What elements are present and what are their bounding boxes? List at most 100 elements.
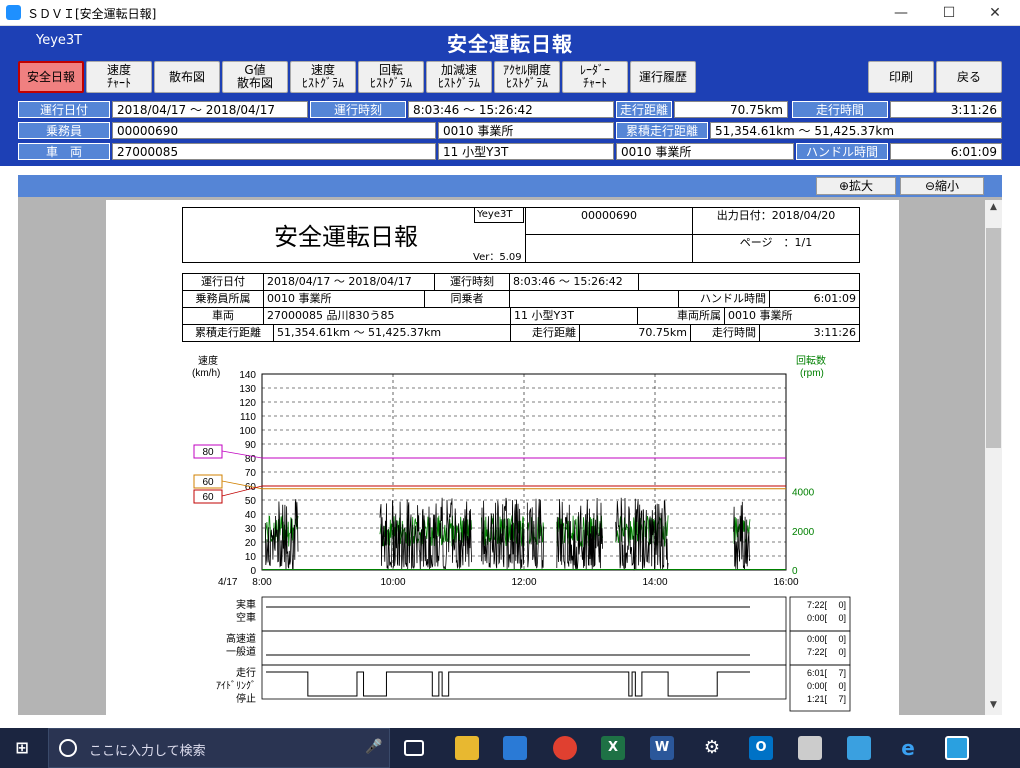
status-label: 停止 (236, 692, 256, 705)
zoom-in-button[interactable]: ⊕拡大 (816, 177, 896, 195)
info-panel: 運行日付 2018/04/17 ～ 2018/04/17 運行時刻 8:03:4… (0, 96, 1020, 166)
window-title: ＳＤＶＩ[安全運転日報] (27, 7, 157, 21)
distance-label: 走行距離 (616, 101, 672, 118)
internet-explorer-icon[interactable]: e (896, 736, 920, 760)
y-tick-label: 140 (239, 370, 256, 381)
word-icon[interactable]: W (650, 736, 674, 760)
status-value: 0:00[ 0] (807, 634, 846, 644)
status-value: 1:21[ 7] (807, 694, 846, 704)
scroll-down-icon[interactable]: ▼ (985, 700, 1002, 710)
toolbar-button-5[interactable]: 速度 ﾋｽﾄｸﾞﾗﾑ (290, 61, 356, 93)
limit-connector (221, 450, 263, 459)
maximize-button[interactable]: ☐ (926, 0, 972, 26)
scroll-up-icon[interactable]: ▲ (985, 202, 1002, 212)
document-app-icon[interactable] (798, 736, 822, 760)
toolbar-button-2[interactable]: 速度 ﾁｬｰﾄ (86, 61, 152, 93)
crew-value: 00000690 (112, 122, 436, 139)
y-tick-label: 10 (245, 552, 257, 563)
status-frame (261, 630, 787, 666)
y-tick-label: 20 (245, 538, 257, 549)
limit-marker-label: 60 (202, 492, 214, 503)
toolbar-button-4[interactable]: G値 散布図 (222, 61, 288, 93)
y2-tick-label: 2000 (792, 527, 815, 538)
handle-time-value: 6:01:09 (890, 143, 1002, 160)
microphone-icon[interactable]: 🎤 (365, 739, 382, 755)
toolbar-button-9[interactable]: ﾚｰﾀﾞｰ ﾁｬｰﾄ (562, 61, 628, 93)
vehicle-office: 0010 事業所 (616, 143, 794, 160)
toolbar-button-3[interactable]: 散布図 (154, 61, 220, 93)
excel-icon[interactable]: X (601, 736, 625, 760)
y-tick-label: 130 (239, 384, 256, 395)
toolbar-button-label: 安全日報 (26, 69, 75, 84)
speed-rpm-chart: 0 10 20 30 40 50 60 70 80 90 100 110 120 130 140 8:00 10… (192, 354, 851, 712)
y2-axis-title: 回転数 (796, 354, 826, 367)
y2-tick-label: 4000 (792, 488, 815, 499)
status-value: 0:00[ 0] (807, 613, 846, 623)
y-tick-label: 100 (239, 426, 256, 437)
y-tick-label: 50 (245, 496, 257, 507)
distance-value: 70.75km (674, 101, 788, 118)
zoom-in-label: 拡大 (849, 179, 874, 193)
scrollbar-thumb[interactable] (986, 228, 1001, 448)
toolbar-button-1[interactable]: 安全日報 (18, 61, 84, 93)
minimize-button[interactable]: — (878, 0, 924, 26)
status-label: 空車 (236, 611, 256, 624)
print-button[interactable]: 印刷 (868, 61, 934, 93)
toolbar-button-10[interactable]: 運行履歴 (630, 61, 696, 93)
y-axis-unit: (km/h) (192, 368, 220, 379)
x-tick-label: 14:00 (642, 577, 667, 588)
task-view-icon[interactable] (404, 740, 424, 756)
search-placeholder: ここに入力して検索 (89, 744, 206, 759)
x-tick-label: 8:00 (252, 577, 272, 588)
y-axis-title: 速度 (198, 354, 218, 367)
y-tick-label: 90 (245, 440, 257, 451)
x-tick-label: 10:00 (380, 577, 405, 588)
y-tick-label: 0 (250, 566, 256, 577)
toolbar-button-6[interactable]: 回転 ﾋｽﾄｸﾞﾗﾑ (358, 61, 424, 93)
status-frame (261, 596, 787, 632)
status-label: ｱｲﾄﾞﾘﾝｸﾞ (216, 680, 256, 692)
taskbar: ⊞ ここに入力して検索 🎤 X W ⚙ O e (0, 728, 1020, 768)
status-drive-stop-line (266, 671, 750, 697)
y-tick-label: 110 (240, 412, 256, 423)
chrome-icon[interactable] (553, 736, 577, 760)
vertical-scrollbar[interactable]: ▲ ▼ (985, 200, 1002, 715)
y2-tick-label: 0 (792, 566, 798, 577)
limit-marker-label: 80 (202, 447, 214, 458)
status-value: 6:01[ 7] (807, 668, 846, 678)
vehicle-type: 11 小型Y3T (438, 143, 614, 160)
zoom-out-icon: ⊖ (924, 179, 936, 193)
status-label: 一般道 (226, 645, 256, 658)
back-button[interactable]: 戻る (936, 61, 1002, 93)
toolbar-button-sublabel: ﾋｽﾄｸﾞﾗﾑ (369, 76, 412, 90)
zoom-out-button[interactable]: ⊖縮小 (900, 177, 984, 195)
crew-label: 乗務員 (18, 122, 110, 139)
outlook-icon[interactable]: O (749, 736, 773, 760)
limit-connector (221, 485, 263, 497)
settings-gear-icon[interactable]: ⚙ (700, 736, 724, 760)
time-label: 運行時刻 (310, 101, 406, 118)
drive-time-label: 走行時間 (792, 101, 888, 118)
zoom-bar: ⊕拡大 ⊖縮小 (18, 175, 1002, 197)
status-frame (261, 664, 787, 700)
y-tick-label: 70 (245, 468, 257, 479)
store-icon[interactable] (503, 736, 527, 760)
sdvi-app-icon[interactable] (945, 736, 969, 760)
close-button[interactable]: ✕ (972, 0, 1018, 26)
camera-app-icon[interactable] (847, 736, 871, 760)
time-value: 8:03:46 ～ 15:26:42 (408, 101, 614, 118)
file-explorer-icon[interactable] (455, 736, 479, 760)
windows-start-icon[interactable]: ⊞ (10, 736, 34, 760)
toolbar-button-label: 運行履歴 (638, 69, 687, 84)
status-value: 7:22[ 0] (807, 647, 846, 657)
toolbar-button-7[interactable]: 加減速 ﾋｽﾄｸﾞﾗﾑ (426, 61, 492, 93)
status-value: 0:00[ 0] (807, 681, 846, 691)
toolbar-button-8[interactable]: ｱｸｾﾙ開度 ﾋｽﾄｸﾞﾗﾑ (494, 61, 560, 93)
zoom-in-icon: ⊕ (838, 179, 850, 193)
drive-time-value: 3:11:26 (890, 101, 1002, 118)
toolbar-button-sublabel: ﾁｬｰﾄ (106, 76, 131, 90)
taskbar-search[interactable]: ここに入力して検索 🎤 (48, 728, 390, 768)
y-tick-label: 120 (239, 398, 256, 409)
page-title: 安全運転日報 (447, 32, 573, 56)
app-window: ＳＤＶＩ[安全運転日報] — ☐ ✕ Yeye3T 安全運転日報 安全日報 速度ﾁ… (0, 0, 1020, 768)
